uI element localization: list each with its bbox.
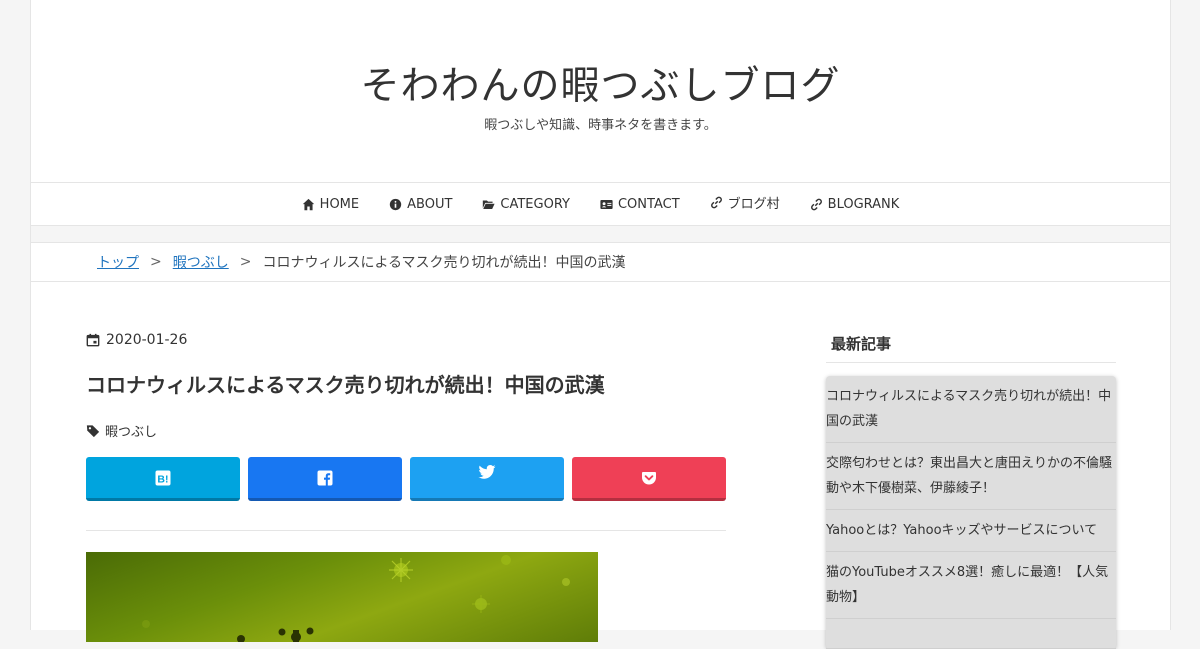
site-header: そわわんの暇つぶしブログ 暇つぶしや知識、時事ネタを書きます。 xyxy=(31,0,1170,183)
nav-item-blogmura[interactable]: ブログ村 xyxy=(710,193,780,212)
nav-item-blogrank[interactable]: BLOGRANK xyxy=(810,196,900,212)
nav-item-label: ブログ村 xyxy=(727,196,780,212)
recent-post-link[interactable]: 交際匂わせとは？東出昌大と唐田えりかの不倫騒動や木下優樹菜、伊藤綾子！ xyxy=(826,443,1116,510)
breadcrumb-separator: > xyxy=(150,254,162,270)
tag-icon xyxy=(86,424,100,437)
post-tag[interactable]: 暇つぶし xyxy=(86,421,157,440)
facebook-share-button[interactable] xyxy=(248,457,402,501)
breadcrumb-current: コロナウィルスによるマスク売り切れが続出！中国の武漢 xyxy=(262,255,626,271)
share-buttons: B! xyxy=(86,457,726,501)
nav-item-about[interactable]: ABOUT xyxy=(389,197,452,212)
nav-item-label: CATEGORY xyxy=(500,196,570,212)
breadcrumb-category-link[interactable]: 暇つぶし xyxy=(173,252,229,272)
home-icon xyxy=(302,198,314,210)
nav-item-label: CONTACT xyxy=(617,196,680,212)
recent-posts-list: コロナウィルスによるマスク売り切れが続出！中国の武漢 交際匂わせとは？東出昌大と… xyxy=(826,376,1116,649)
post-tag-label: 暇つぶし xyxy=(105,425,158,440)
pocket-share-button[interactable] xyxy=(572,457,726,501)
hatena-bookmark-icon: B! xyxy=(155,470,171,485)
svg-text:B!: B! xyxy=(157,473,168,485)
post-title: コロナウィルスによるマスク売り切れが続出！中国の武漢 xyxy=(86,373,605,397)
pocket-icon xyxy=(642,471,656,484)
breadcrumb-home-link[interactable]: トップ xyxy=(97,252,139,272)
recent-post-link[interactable]: コロナウィルスによるマスク売り切れが続出！中国の武漢 xyxy=(826,376,1116,443)
post-date: 2020-01-26 xyxy=(86,332,187,348)
link-icon xyxy=(810,198,822,210)
nav-item-category[interactable]: CATEGORY xyxy=(482,197,570,212)
calendar-icon xyxy=(86,333,100,347)
recent-post-link[interactable]: Yahooとは？Yahooキッズやサービスについて xyxy=(826,510,1116,552)
recent-post-link[interactable]: 猫のYouTubeオススメ8選！癒しに最適！【人気動物】 xyxy=(826,552,1116,619)
page-frame: そわわんの暇つぶしブログ 暇つぶしや知識、時事ネタを書きます。 HOME ABO… xyxy=(30,0,1171,649)
header-spacer xyxy=(31,226,1170,242)
site-title[interactable]: そわわんの暇つぶしブログ xyxy=(31,55,1170,111)
nav-item-label: BLOGRANK xyxy=(827,196,900,212)
address-card-icon xyxy=(600,199,613,209)
recent-post-link[interactable] xyxy=(826,619,1116,649)
facebook-icon xyxy=(317,470,333,485)
breadcrumb: トップ > 暇つぶし > コロナウィルスによるマスク売り切れが続出！中国の武漢 xyxy=(31,242,1170,282)
nav-item-home[interactable]: HOME xyxy=(302,197,359,212)
global-nav: HOME ABOUT CATEGORY CONTACT ブログ村 BLOGRAN… xyxy=(31,183,1170,226)
article-divider xyxy=(86,530,726,531)
info-icon xyxy=(389,198,402,210)
nav-item-contact[interactable]: CONTACT xyxy=(600,197,680,212)
virus-illustration xyxy=(142,555,570,642)
recent-posts-title: 最新記事 xyxy=(826,333,1116,363)
post-date-text: 2020-01-26 xyxy=(106,332,188,348)
nav-item-label: HOME xyxy=(319,196,360,212)
link-icon xyxy=(710,196,722,208)
breadcrumb-separator: > xyxy=(239,254,252,270)
hatena-share-button[interactable]: B! xyxy=(86,457,240,501)
site-description: 暇つぶしや知識、時事ネタを書きます。 xyxy=(484,118,717,133)
folder-open-icon xyxy=(483,199,495,209)
twitter-share-button[interactable] xyxy=(410,457,564,501)
nav-item-label: ABOUT xyxy=(407,196,453,212)
twitter-icon xyxy=(478,464,496,479)
eyecatch-image xyxy=(86,552,598,642)
